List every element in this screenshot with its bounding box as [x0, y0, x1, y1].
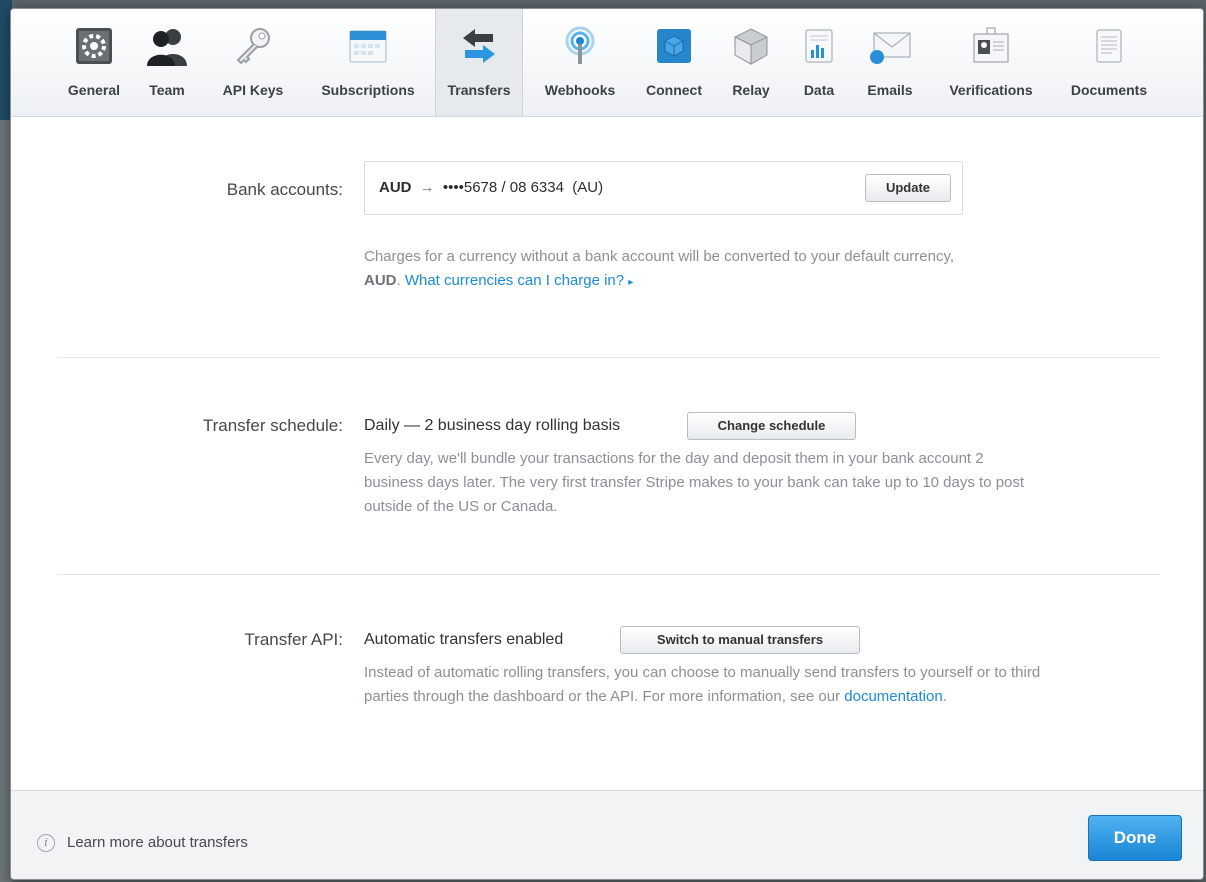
cube-icon [650, 22, 698, 70]
tab-webhooks[interactable]: Webhooks [535, 9, 625, 116]
modal-footer: i Learn more about transfers Done [11, 790, 1203, 879]
id-card-icon [967, 22, 1015, 70]
transfer-schedule-label: Transfer schedule: [202, 416, 343, 435]
document-icon [1085, 22, 1133, 70]
transfer-api-label: Transfer API: [244, 630, 343, 649]
bank-help-text: Charges for a currency without a bank ac… [364, 245, 964, 295]
currencies-help-link[interactable]: What currencies can I charge in? [405, 272, 624, 289]
done-button[interactable]: Done [1088, 815, 1182, 861]
tab-verifications-label: Verifications [949, 82, 1033, 98]
tab-relay-label: Relay [732, 82, 770, 98]
link-arrow-icon: ▸ [628, 277, 634, 288]
transfer-schedule-value: Daily — 2 business day rolling basis [364, 417, 621, 434]
team-icon [143, 22, 191, 70]
tab-data-label: Data [803, 82, 835, 98]
gear-icon [70, 22, 118, 70]
schedule-help-text: Every day, we'll bundle your transaction… [364, 450, 1025, 515]
tab-transfers[interactable]: Transfers [435, 9, 523, 116]
tab-relay[interactable]: Relay [721, 9, 781, 116]
bank-help-after: . [396, 272, 405, 289]
tab-connect-label: Connect [646, 82, 702, 98]
tab-api-keys[interactable]: API Keys [209, 9, 297, 116]
documentation-link[interactable]: documentation [844, 688, 942, 705]
bank-account-summary: AUD → ••••5678 / 08 6334 (AU) [379, 179, 603, 196]
bank-help-before: Charges for a currency without a bank ac… [364, 248, 955, 265]
transfers-settings-content: Bank accounts: AUD → ••••5678 / 08 6334 … [11, 117, 1203, 789]
tab-api-keys-label: API Keys [222, 82, 284, 98]
tab-subscriptions[interactable]: Subscriptions [309, 9, 427, 116]
tab-transfers-label: Transfers [447, 82, 511, 98]
bank-arrow: → [419, 179, 435, 196]
tab-emails[interactable]: Emails [857, 9, 923, 116]
chart-document-icon [795, 22, 843, 70]
change-schedule-button[interactable]: Change schedule [687, 412, 856, 440]
tab-team[interactable]: Team [135, 9, 199, 116]
tab-emails-label: Emails [867, 82, 913, 98]
tab-documents[interactable]: Documents [1059, 9, 1159, 116]
broadcast-icon [556, 22, 604, 70]
section-divider [58, 357, 1160, 358]
tab-connect[interactable]: Connect [635, 9, 713, 116]
envelope-icon [866, 22, 914, 70]
account-settings-modal: General Team API Keys Subscriptions Tran… [10, 8, 1204, 880]
info-icon: i [37, 834, 55, 852]
learn-more-transfers-link[interactable]: Learn more about transfers [67, 834, 248, 851]
tab-general[interactable]: General [58, 9, 130, 116]
bank-account-box: AUD → ••••5678 / 08 6334 (AU) Update [364, 161, 963, 215]
tab-subscriptions-label: Subscriptions [321, 82, 415, 98]
calendar-icon [344, 22, 392, 70]
settings-tab-bar: General Team API Keys Subscriptions Tran… [11, 9, 1203, 117]
api-help-after: . [942, 688, 947, 705]
transfer-api-value: Automatic transfers enabled [364, 631, 564, 648]
bank-accounts-label: Bank accounts: [226, 180, 343, 199]
bank-account-number: ••••5678 / 08 6334 (AU) [442, 179, 604, 196]
bank-help-currency: AUD [364, 272, 397, 289]
box-icon [727, 22, 775, 70]
tab-team-label: Team [149, 82, 185, 98]
tab-webhooks-label: Webhooks [544, 82, 616, 98]
switch-manual-transfers-button[interactable]: Switch to manual transfers [620, 626, 860, 654]
tab-verifications[interactable]: Verifications [933, 9, 1049, 116]
transfer-arrows-icon [455, 22, 503, 70]
key-icon [229, 22, 277, 70]
tab-documents-label: Documents [1070, 82, 1148, 98]
tab-general-label: General [67, 82, 121, 98]
section-divider [58, 574, 1160, 575]
tab-data[interactable]: Data [793, 9, 845, 116]
api-help-text: Instead of automatic rolling transfers, … [364, 661, 1044, 709]
bank-currency: AUD [379, 179, 412, 196]
update-bank-button[interactable]: Update [865, 174, 951, 202]
